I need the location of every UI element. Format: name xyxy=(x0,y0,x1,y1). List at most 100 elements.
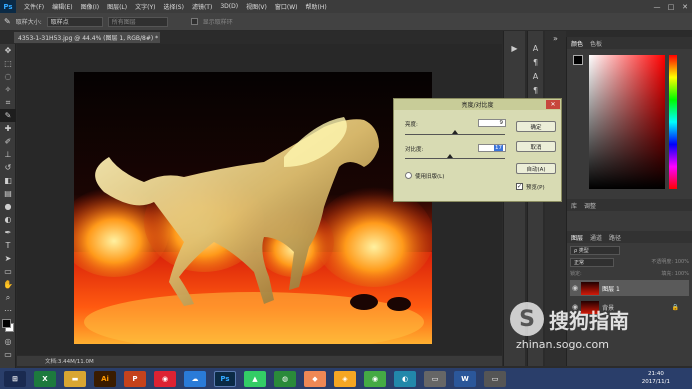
app-icon-17[interactable]: ▭ xyxy=(484,370,506,387)
healing-brush-tool-icon[interactable]: ✚ xyxy=(0,122,16,135)
opacity-label[interactable]: 不透明度: 100% xyxy=(651,258,689,267)
brush-tool-icon[interactable]: ✐ xyxy=(0,135,16,148)
path-select-tool-icon[interactable]: ➤ xyxy=(0,252,16,265)
contrast-input[interactable]: 17 xyxy=(478,144,506,152)
sample-size-value: 取样点 xyxy=(50,19,69,26)
play-icon[interactable]: ▶ xyxy=(504,41,525,55)
preview-checkbox[interactable]: ✓ xyxy=(516,183,523,190)
blend-mode-select[interactable]: 正常 xyxy=(570,258,614,267)
collapse-panels-icon[interactable]: » xyxy=(545,31,566,45)
dialog-close-button[interactable]: ✕ xyxy=(546,100,560,109)
powerpoint-icon[interactable]: P xyxy=(124,370,146,387)
fill-label[interactable]: 填充: 100% xyxy=(661,270,689,277)
layer-row-1[interactable]: ◉ 图层 1 xyxy=(570,280,689,296)
minimize-button[interactable]: — xyxy=(650,0,664,13)
baidu-cloud-icon[interactable]: ☁ xyxy=(184,370,206,387)
hand-tool-icon[interactable]: ✋ xyxy=(0,278,16,291)
tab-layers[interactable]: 图层 xyxy=(571,233,583,242)
tab-paths[interactable]: 路径 xyxy=(609,233,621,242)
type-tool-icon[interactable]: T xyxy=(0,239,16,252)
foreground-color-swatch[interactable] xyxy=(2,319,11,328)
document-tab[interactable]: 4353-1-31H53.jpg @ 44.4% (图层 1, RGB/8#) … xyxy=(14,32,160,43)
tab-color[interactable]: 颜色 xyxy=(571,39,583,48)
menu-window[interactable]: 窗口(W) xyxy=(271,2,302,11)
app-icon-13[interactable]: ◉ xyxy=(364,370,386,387)
photoshop-taskbar-icon[interactable]: Ps xyxy=(214,370,236,387)
sample-size-select[interactable]: 取样点 xyxy=(46,16,103,27)
quick-mask-icon[interactable]: ◎ xyxy=(0,335,16,348)
menu-select[interactable]: 选择(S) xyxy=(159,2,188,11)
horse-fire-image[interactable] xyxy=(74,72,432,344)
paragraph-styles-icon[interactable]: ¶ xyxy=(528,83,543,97)
brightness-slider-track[interactable] xyxy=(405,134,505,135)
explorer-icon[interactable]: ▬ xyxy=(64,370,86,387)
app-icon-14[interactable]: ◐ xyxy=(394,370,416,387)
color-swatches[interactable] xyxy=(0,317,15,335)
illustrator-icon[interactable]: Ai xyxy=(94,370,116,387)
tab-adjustments[interactable]: 调整 xyxy=(584,201,596,210)
lasso-tool-icon[interactable]: ◌ xyxy=(0,70,16,83)
quick-select-tool-icon[interactable]: ✧ xyxy=(0,83,16,96)
sogou-logo-icon: S xyxy=(510,302,544,336)
marquee-tool-icon[interactable]: ⬚ xyxy=(0,57,16,70)
brightness-slider-thumb[interactable] xyxy=(452,130,458,134)
dialog-titlebar[interactable]: 亮度/对比度 ✕ xyxy=(394,99,561,110)
eyedropper-icon[interactable]: ✎ xyxy=(4,17,11,26)
menu-3d[interactable]: 3D(D) xyxy=(216,3,242,10)
app-icon-15[interactable]: ▭ xyxy=(424,370,446,387)
menu-edit[interactable]: 编辑(E) xyxy=(48,2,76,11)
menu-type[interactable]: 文字(Y) xyxy=(131,2,159,11)
dodge-tool-icon[interactable]: ◐ xyxy=(0,213,16,226)
taskbar-clock[interactable]: 21:40 2017/11/1 xyxy=(642,370,670,386)
auto-button[interactable]: 自动(A) xyxy=(516,163,556,174)
history-brush-tool-icon[interactable]: ↺ xyxy=(0,161,16,174)
menu-filter[interactable]: 滤镜(T) xyxy=(188,2,216,11)
browser-icon[interactable]: ◍ xyxy=(274,370,296,387)
menu-image[interactable]: 图像(I) xyxy=(77,2,103,11)
app-red-icon[interactable]: ◉ xyxy=(154,370,176,387)
brightness-input[interactable]: 9 xyxy=(478,119,506,127)
menu-layer[interactable]: 图层(L) xyxy=(103,2,131,11)
paragraph-panel-icon[interactable]: ¶ xyxy=(528,55,543,69)
zoom-tool-icon[interactable]: ⌕ xyxy=(0,291,16,304)
character-panel-icon[interactable]: A xyxy=(528,41,543,55)
start-icon[interactable]: ⊞ xyxy=(4,370,26,387)
show-ring-checkbox[interactable] xyxy=(190,18,198,25)
shape-tool-icon[interactable]: ▭ xyxy=(0,265,16,278)
glyphs-panel-icon[interactable]: A xyxy=(528,69,543,83)
contrast-slider-track[interactable] xyxy=(405,158,505,159)
tab-channels[interactable]: 通道 xyxy=(590,233,602,242)
clone-stamp-tool-icon[interactable]: ⊥ xyxy=(0,148,16,161)
crop-tool-icon[interactable]: ⌗ xyxy=(0,96,16,109)
tab-libraries[interactable]: 库 xyxy=(571,201,577,210)
layer-kind-filter[interactable]: ρ 类型 xyxy=(570,246,620,255)
close-window-button[interactable]: ✕ xyxy=(678,0,692,13)
color-field[interactable] xyxy=(589,55,665,189)
pen-tool-icon[interactable]: ✒ xyxy=(0,226,16,239)
app-icon-12[interactable]: ◈ xyxy=(334,370,356,387)
menu-help[interactable]: 帮助(H) xyxy=(302,2,331,11)
menu-file[interactable]: 文件(F) xyxy=(20,2,48,11)
eraser-tool-icon[interactable]: ◧ xyxy=(0,174,16,187)
blur-tool-icon[interactable]: ● xyxy=(0,200,16,213)
gradient-tool-icon[interactable]: ▤ xyxy=(0,187,16,200)
maximize-button[interactable]: □ xyxy=(664,0,678,13)
cancel-button[interactable]: 取消 xyxy=(516,141,556,152)
app-icon-9[interactable]: ▲ xyxy=(244,370,266,387)
eyedropper-tool-icon[interactable]: ✎ xyxy=(0,109,16,122)
word-icon[interactable]: W xyxy=(454,370,476,387)
app-icon-11[interactable]: ◆ xyxy=(304,370,326,387)
hue-slider[interactable] xyxy=(669,55,677,189)
sample-layers-select[interactable]: 所有图层 xyxy=(107,16,168,27)
edit-toolbar-icon[interactable]: ⋯ xyxy=(0,304,16,317)
foreground-swatch[interactable] xyxy=(573,55,583,65)
ok-button[interactable]: 确定 xyxy=(516,121,556,132)
menu-view[interactable]: 视图(V) xyxy=(242,2,271,11)
move-tool-icon[interactable]: ✥ xyxy=(0,44,16,57)
visibility-eye-icon[interactable]: ◉ xyxy=(572,284,578,292)
tab-swatches[interactable]: 色板 xyxy=(590,39,602,48)
legacy-checkbox[interactable] xyxy=(405,172,412,179)
contrast-slider-thumb[interactable] xyxy=(447,154,453,158)
screen-mode-icon[interactable]: ▭ xyxy=(0,348,16,361)
excel-icon[interactable]: X xyxy=(34,370,56,387)
